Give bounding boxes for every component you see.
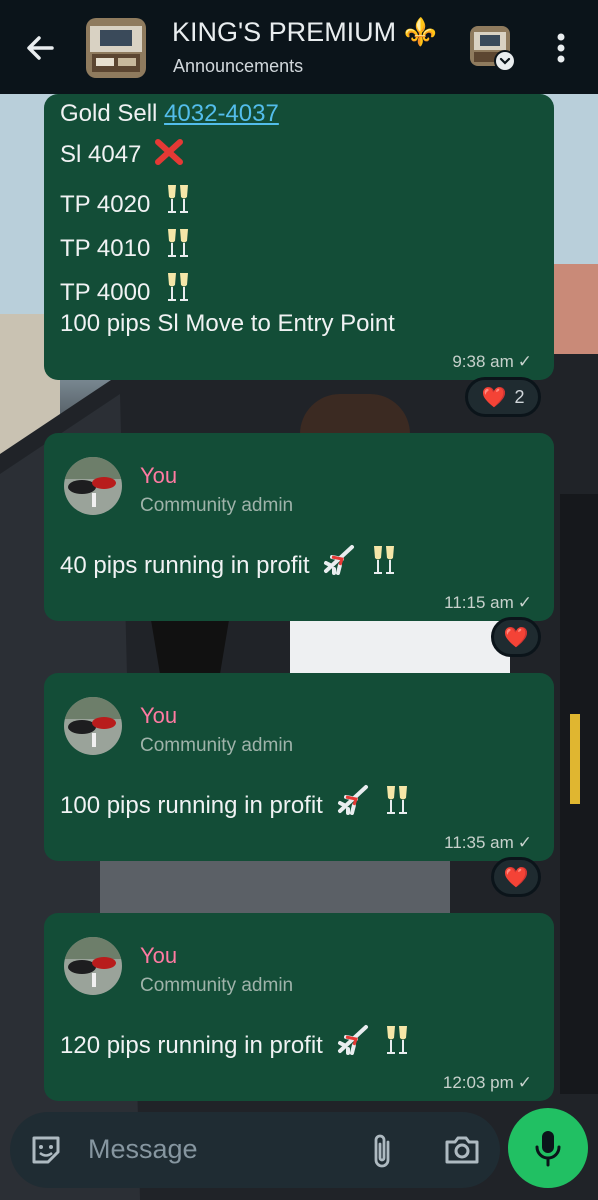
- sender-name[interactable]: You: [140, 703, 177, 729]
- airplane-icon: [337, 1025, 368, 1055]
- sent-tick-icon: ✓: [517, 352, 532, 371]
- heart-icon: ❤️: [503, 866, 529, 889]
- sent-tick-icon: ✓: [517, 593, 532, 612]
- message-line: Sl 4047: [60, 138, 184, 169]
- message-time: 11:15 am: [444, 593, 514, 612]
- message-meta: 11:35 am ✓: [444, 833, 532, 853]
- message-line: TP 4010: [60, 226, 193, 263]
- message-time: 12:03 pm: [442, 1073, 514, 1092]
- reaction-badge[interactable]: ❤️: [491, 857, 541, 897]
- airplane-icon: [337, 785, 368, 815]
- message-text: Sl 4047: [60, 141, 142, 168]
- message-bubble[interactable]: You Community admin 120 pips running in …: [44, 913, 554, 1101]
- message-meta: 9:38 am ✓: [452, 352, 532, 372]
- kebab-menu-icon: [557, 33, 565, 63]
- message-text: TP 4020: [60, 191, 151, 218]
- message-text: Gold Sell: [60, 100, 165, 127]
- message-bubble[interactable]: Gold Sell 4032-4037 Sl 4047 TP 4020 TP 4…: [44, 94, 554, 380]
- champagne-icon: [387, 786, 408, 814]
- sender-avatar[interactable]: [64, 937, 122, 995]
- message-input[interactable]: Message: [88, 1134, 198, 1165]
- chat-header: KING'S PREMIUM ⚜️ Announcements: [0, 0, 598, 94]
- chat-title[interactable]: KING'S PREMIUM ⚜️: [172, 16, 437, 48]
- reaction-count: 2: [514, 386, 525, 407]
- microphone-icon: [535, 1131, 561, 1167]
- community-avatar-icon: [470, 26, 516, 72]
- message-text: 120 pips running in profit: [60, 1032, 323, 1059]
- message-text: TP 4010: [60, 235, 151, 262]
- airplane-icon: [324, 545, 355, 575]
- champagne-icon: [373, 546, 394, 574]
- sender-avatar[interactable]: [64, 457, 122, 515]
- message-line: TP 4000: [60, 270, 193, 307]
- message-time: 11:35 am: [444, 833, 514, 852]
- message-bubble[interactable]: You Community admin 100 pips running in …: [44, 673, 554, 861]
- heart-icon: ❤️: [503, 626, 529, 649]
- sender-role: Community admin: [140, 975, 294, 996]
- champagne-icon: [167, 273, 188, 301]
- heart-icon: ❤️: [481, 386, 507, 409]
- voice-message-button[interactable]: [508, 1108, 588, 1188]
- message-line: 40 pips running in profit: [60, 543, 399, 580]
- message-meta: 12:03 pm ✓: [443, 1073, 532, 1093]
- champagne-icon: [387, 1026, 408, 1054]
- sticker-icon[interactable]: [28, 1132, 64, 1168]
- reaction-badge[interactable]: ❤️: [491, 617, 541, 657]
- message-line: 120 pips running in profit: [60, 1023, 412, 1060]
- red-cross-icon: [155, 139, 184, 165]
- sender-name[interactable]: You: [140, 463, 177, 489]
- sender-role: Community admin: [140, 735, 294, 756]
- message-line: Gold Sell 4032-4037: [60, 100, 279, 128]
- community-button[interactable]: [468, 24, 518, 74]
- group-avatar[interactable]: [86, 18, 146, 78]
- message-time: 9:38 am: [452, 352, 514, 371]
- arrow-left-icon: [27, 36, 54, 60]
- price-link[interactable]: 4032-4037: [164, 100, 279, 127]
- chat-subtitle[interactable]: Announcements: [173, 56, 303, 77]
- back-button[interactable]: [18, 26, 62, 70]
- paperclip-icon[interactable]: [370, 1132, 396, 1170]
- champagne-icon: [167, 185, 188, 213]
- sent-tick-icon: ✓: [517, 1073, 532, 1092]
- message-line: 100 pips Sl Move to Entry Point: [60, 310, 395, 337]
- message-meta: 11:15 am ✓: [444, 593, 532, 613]
- message-text: 100 pips running in profit: [60, 792, 323, 819]
- message-bubble[interactable]: You Community admin 40 pips running in p…: [44, 433, 554, 621]
- reaction-badge[interactable]: ❤️ 2: [465, 377, 541, 417]
- menu-button[interactable]: [548, 28, 574, 68]
- sender-name[interactable]: You: [140, 943, 177, 969]
- message-text: 40 pips running in profit: [60, 552, 310, 579]
- sent-tick-icon: ✓: [517, 833, 532, 852]
- sender-role: Community admin: [140, 495, 294, 516]
- champagne-icon: [167, 229, 188, 257]
- camera-icon[interactable]: [444, 1134, 480, 1166]
- message-text: TP 4000: [60, 279, 151, 306]
- message-composer[interactable]: Message: [10, 1112, 500, 1188]
- message-line: TP 4020: [60, 182, 193, 219]
- message-line: 100 pips running in profit: [60, 783, 412, 820]
- sender-avatar[interactable]: [64, 697, 122, 755]
